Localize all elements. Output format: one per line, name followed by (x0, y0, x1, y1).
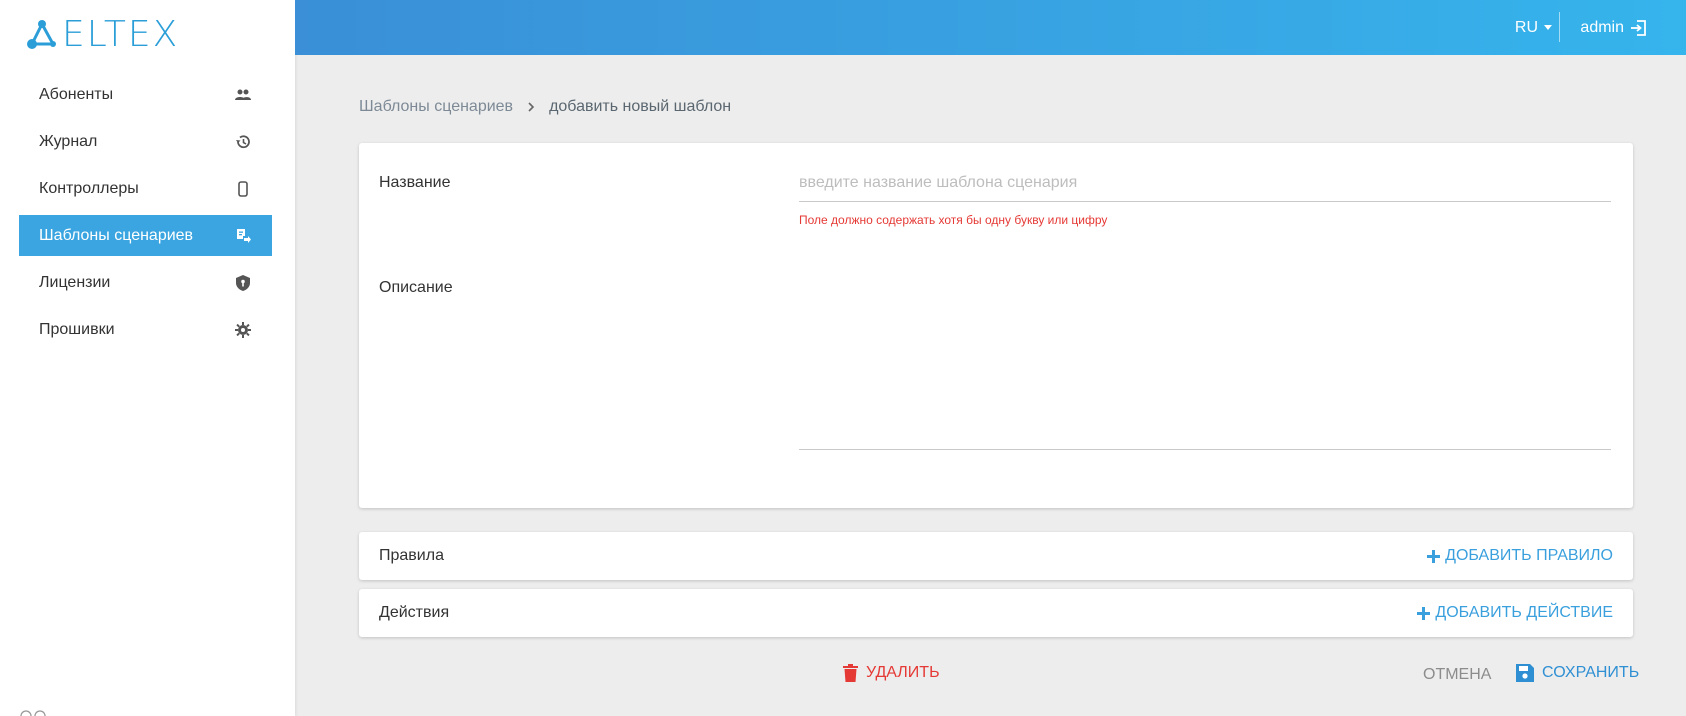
actions-title: Действия (379, 604, 450, 621)
top-header: RU admin (295, 0, 1686, 55)
sidebar-item-label: Шаблоны сценариев (39, 226, 194, 244)
add-action-label: ДОБАВИТЬ ДЕЙСТВИЕ (1435, 604, 1613, 621)
add-action-button[interactable]: ДОБАВИТЬ ДЕЙСТВИЕ (1417, 604, 1613, 622)
username: admin (1580, 18, 1624, 36)
delete-label: УДАЛИТЬ (866, 664, 940, 681)
rules-section: Правила ДОБАВИТЬ ПРАВИЛО (359, 532, 1633, 580)
version-icon (20, 710, 46, 716)
plus-icon (1417, 606, 1431, 620)
sidebar-item-journal[interactable]: Журнал (19, 121, 272, 162)
trash-icon (843, 664, 858, 682)
sidebar-item-subscribers[interactable]: Абоненты (19, 74, 272, 115)
chevron-right-icon (527, 101, 535, 113)
sidebar-nav: Абоненты Журнал Контроллеры Шаблоны сцен… (19, 74, 272, 356)
template-form-card: Название Поле должно содержать хотя бы о… (359, 143, 1633, 508)
actions-section: Действия ДОБАВИТЬ ДЕЙСТВИЕ (359, 589, 1633, 637)
breadcrumb-current: добавить новый шаблон (549, 98, 732, 115)
sidebar-item-label: Журнал (39, 132, 98, 150)
eltex-logo[interactable]: ELTEX (26, 14, 180, 55)
user-menu[interactable]: admin (1580, 0, 1648, 55)
template-name-input[interactable] (799, 165, 1611, 202)
rules-title: Правила (379, 547, 444, 564)
logout-icon[interactable] (1630, 19, 1648, 37)
add-rule-button[interactable]: ДОБАВИТЬ ПРАВИЛО (1427, 547, 1613, 565)
language-selector[interactable]: RU (1515, 0, 1552, 55)
people-icon (234, 86, 252, 104)
gear-icon (234, 321, 252, 339)
sidebar: ELTEX Абоненты Журнал Контроллеры Шаблон… (0, 0, 295, 716)
logo-mark-icon (27, 20, 56, 49)
name-label: Название (379, 174, 451, 191)
breadcrumb: Шаблоны сценариев добавить новый шаблон (359, 98, 731, 116)
sidebar-item-scenario-templates[interactable]: Шаблоны сценариев (19, 215, 272, 256)
template-icon (234, 227, 252, 245)
header-divider (1559, 12, 1560, 42)
save-label: СОХРАНИТЬ (1542, 664, 1640, 681)
sidebar-item-controllers[interactable]: Контроллеры (19, 168, 272, 209)
delete-button[interactable]: УДАЛИТЬ (843, 664, 940, 682)
sidebar-item-licenses[interactable]: Лицензии (19, 262, 272, 303)
language-label: RU (1514, 18, 1538, 36)
sidebar-item-firmware[interactable]: Прошивки (19, 309, 272, 350)
name-error-message: Поле должно содержать хотя бы одну букву… (799, 213, 1108, 227)
sidebar-item-label: Абоненты (39, 85, 114, 103)
license-icon (234, 274, 252, 292)
caret-down-icon (1544, 25, 1552, 30)
logo-text: ELTEX (62, 14, 180, 55)
sidebar-item-label: Прошивки (39, 320, 115, 338)
breadcrumb-parent-link[interactable]: Шаблоны сценариев (359, 98, 513, 116)
plus-icon (1427, 549, 1441, 563)
controller-icon (234, 180, 252, 198)
sidebar-item-label: Лицензии (39, 273, 111, 291)
cancel-button[interactable]: ОТМЕНА (1423, 666, 1491, 684)
floppy-disk-icon (1516, 664, 1534, 682)
save-button[interactable]: СОХРАНИТЬ (1516, 664, 1639, 682)
add-rule-label: ДОБАВИТЬ ПРАВИЛО (1445, 547, 1613, 564)
template-description-input[interactable] (799, 261, 1611, 450)
history-icon (234, 133, 252, 151)
description-label: Описание (379, 279, 453, 296)
sidebar-item-label: Контроллеры (39, 179, 139, 197)
